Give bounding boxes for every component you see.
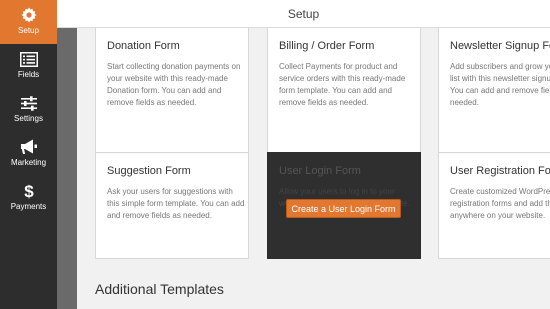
- top-bar: Setup: [57, 0, 550, 28]
- template-description: Add subscribers and grow your email list…: [450, 62, 550, 107]
- create-user-login-form-button[interactable]: Create a User Login Form: [286, 199, 401, 218]
- sidebar-item-setup[interactable]: Setup: [0, 0, 57, 44]
- svg-text:$: $: [24, 182, 34, 200]
- sidebar-item-settings[interactable]: Settings: [0, 88, 57, 132]
- template-card-donation[interactable]: Donation Form Start collecting donation …: [95, 28, 249, 159]
- template-title: Donation Form: [107, 40, 180, 52]
- template-description: Start collecting donation payments on yo…: [107, 62, 241, 107]
- dollar-icon: $: [0, 182, 57, 200]
- template-title: User Registration Form: [450, 165, 550, 177]
- sidebar-item-label: Fields: [17, 70, 40, 79]
- gutter: [57, 28, 77, 309]
- list-icon: [0, 50, 57, 68]
- megaphone-icon: [0, 138, 57, 156]
- sidebar-item-label: Payments: [10, 202, 47, 211]
- sidebar-item-label: Marketing: [10, 158, 47, 167]
- template-card-billing[interactable]: Billing / Order Form Collect Payments fo…: [267, 28, 421, 159]
- template-card-newsletter[interactable]: Newsletter Signup Form Add subscribers a…: [438, 28, 550, 159]
- template-card-user-login[interactable]: User Login Form Allow your users to log …: [267, 152, 421, 259]
- template-description: Collect Payments for product and service…: [279, 62, 406, 107]
- sidebar-item-label: Setup: [18, 26, 39, 35]
- template-title: Billing / Order Form: [279, 40, 375, 52]
- additional-templates-heading: Additional Templates: [95, 281, 224, 297]
- template-description: Create customized WordPress user registr…: [450, 187, 550, 220]
- gear-icon: [0, 6, 57, 24]
- sliders-icon: [0, 94, 57, 112]
- sidebar-item-label: Settings: [14, 114, 43, 123]
- template-card-suggestion[interactable]: Suggestion Form Ask your users for sugge…: [95, 152, 249, 259]
- page-title: Setup: [287, 7, 320, 21]
- template-title: User Login Form: [279, 165, 361, 177]
- template-card-user-registration[interactable]: User Registration Form Create customized…: [438, 152, 550, 259]
- sidebar-item-marketing[interactable]: Marketing: [0, 132, 57, 176]
- template-description: Ask your users for suggestions with this…: [107, 187, 245, 220]
- template-title: Newsletter Signup Form: [450, 40, 550, 52]
- sidebar-item-fields[interactable]: Fields: [0, 44, 57, 88]
- sidebar-item-payments[interactable]: $ Payments: [0, 176, 57, 220]
- template-area: Donation Form Start collecting donation …: [77, 28, 550, 309]
- template-title: Suggestion Form: [107, 165, 191, 177]
- sidebar: Setup Fields Settings Marketing $ Paymen…: [0, 0, 57, 309]
